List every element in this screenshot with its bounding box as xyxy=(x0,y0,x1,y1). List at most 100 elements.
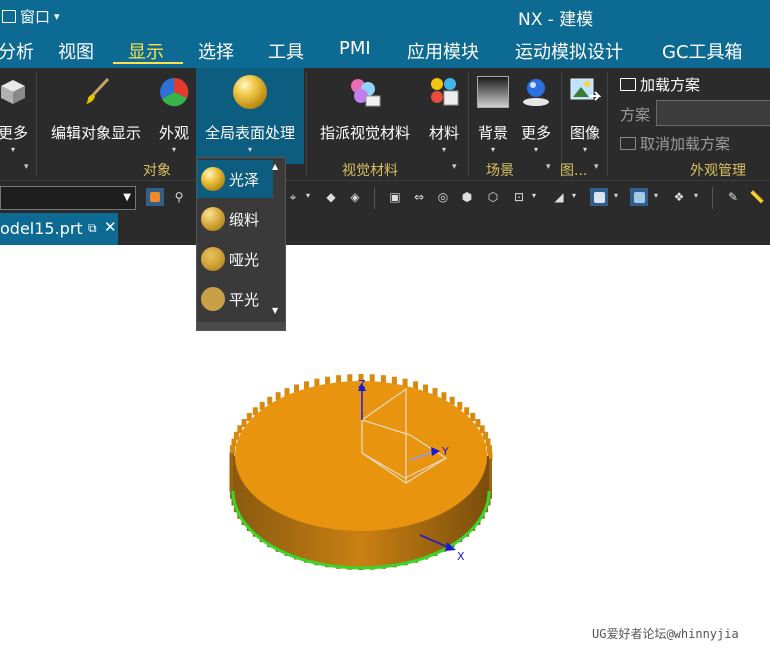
shaded-icon[interactable]: ⬢ xyxy=(458,188,476,206)
filter-icon[interactable]: ⚲ xyxy=(170,188,188,206)
x-axis-label: X xyxy=(457,550,465,563)
global-surface-finish-button[interactable]: 全局表面处理 ▾ xyxy=(196,68,304,164)
assign-visual-material-button[interactable]: 指派视觉材料 xyxy=(312,68,418,164)
gold-sphere-icon xyxy=(233,74,267,110)
chevron-down-icon: ▼ xyxy=(123,192,131,203)
cube-view-icon[interactable]: ◆ xyxy=(322,188,340,206)
ribbon: 更多 ▾ 编辑对象显示 外观 ▾ 全局表面处理 ▾ 指派视觉材料 材料 ▾ 背景… xyxy=(0,68,770,180)
finish-option-label: 缎料 xyxy=(229,210,260,229)
layer-icon[interactable]: ❖ xyxy=(670,188,688,206)
pop-out-icon[interactable]: ⧉ xyxy=(88,221,97,236)
material-palette-icon xyxy=(428,74,460,110)
rotate-view-icon[interactable]: ◎ xyxy=(434,188,452,206)
background-label: 背景 xyxy=(477,124,508,142)
cube-edit-icon[interactable]: ◈ xyxy=(346,188,364,206)
group-expand-icon[interactable]: ▾ xyxy=(546,162,551,172)
dropdown-resize-grip[interactable] xyxy=(197,322,285,330)
chevron-down-icon: ▾ xyxy=(10,145,15,154)
fit-view-icon[interactable]: ▣ xyxy=(386,188,404,206)
menu-tools[interactable]: 工具 xyxy=(268,38,304,64)
scheme-input[interactable] xyxy=(656,100,770,126)
gear-model[interactable]: Z Y X xyxy=(0,245,770,645)
gear-tooth xyxy=(347,374,353,383)
chevron-down-icon: ▾ xyxy=(441,145,446,154)
load-scheme-button[interactable]: 加载方案 xyxy=(620,74,700,95)
window-icon[interactable] xyxy=(2,10,16,23)
background-gradient-icon xyxy=(477,74,509,110)
global-surface-finish-label: 全局表面处理 xyxy=(204,124,295,142)
color-wheel-icon xyxy=(158,74,190,110)
menu-gc-toolbox[interactable]: GC工具箱 xyxy=(662,38,743,64)
edge-style-icon[interactable] xyxy=(630,188,648,206)
z-axis-label: Z xyxy=(358,378,366,391)
satin-sphere-icon xyxy=(201,207,225,231)
gear-tooth xyxy=(336,375,342,384)
menu-bar: 分析 视图 显示 选择 工具 PMI 应用模块 运动模拟设计 GC工具箱 xyxy=(0,32,770,68)
more-left-button[interactable]: 更多 ▾ xyxy=(0,68,32,164)
chevron-down-icon[interactable]: ▾ xyxy=(654,191,658,200)
window-menu-label[interactable]: 窗口 xyxy=(20,6,50,27)
menu-motion-simulation[interactable]: 运动模拟设计 xyxy=(515,38,623,64)
chevron-down-icon[interactable]: ▾ xyxy=(614,191,618,200)
group-expand-icon[interactable]: ▾ xyxy=(24,162,29,172)
file-tab[interactable]: odel15.prt ⧉ ✕ xyxy=(0,213,118,245)
scroll-down-icon[interactable]: ▼ xyxy=(272,306,278,315)
finish-option-flat[interactable]: 平光 xyxy=(197,280,273,318)
zoom-window-icon[interactable]: ⇔ xyxy=(410,188,428,206)
background-button[interactable]: 背景 ▾ xyxy=(472,68,514,164)
chevron-down-icon[interactable]: ▾ xyxy=(532,191,536,200)
menu-analysis[interactable]: 分析 xyxy=(0,38,34,64)
render-style-icon[interactable] xyxy=(590,188,608,206)
finish-option-gloss[interactable]: 光泽 xyxy=(197,160,273,198)
graphics-viewport[interactable]: Z Y X xyxy=(0,245,770,645)
finish-option-satin[interactable]: 缎料 xyxy=(197,200,273,238)
image-button[interactable]: 图像 ▾ xyxy=(564,68,606,164)
quick-access-dropdown-icon[interactable]: ▾ xyxy=(54,10,60,23)
scheme-label: 方案 xyxy=(620,106,651,124)
snap-icon[interactable] xyxy=(146,188,164,206)
edit-object-display-label: 编辑对象显示 xyxy=(50,124,141,142)
separator xyxy=(468,72,469,176)
scroll-up-icon[interactable]: ▲ xyxy=(272,162,278,171)
selection-filter-dropdown[interactable]: ▼ xyxy=(0,186,136,210)
measure-icon[interactable]: 📏 xyxy=(748,188,766,206)
group-label-image: 图... xyxy=(560,163,588,179)
unload-scheme-button[interactable]: 取消加载方案 xyxy=(620,133,730,154)
section-view-icon[interactable]: ◢ xyxy=(550,188,568,206)
chevron-down-icon[interactable]: ▾ xyxy=(694,191,698,200)
dropdown-scrollbar[interactable]: ▲ ▼ xyxy=(269,158,284,322)
chevron-down-icon[interactable]: ▾ xyxy=(306,191,310,200)
gloss-sphere-icon xyxy=(201,167,225,191)
menu-view[interactable]: 视图 xyxy=(58,38,94,64)
more-scene-button[interactable]: 更多 ▾ xyxy=(514,68,558,164)
group-expand-icon[interactable]: ▾ xyxy=(452,162,457,172)
close-icon[interactable]: ✕ xyxy=(104,218,117,236)
chevron-down-icon[interactable]: ▾ xyxy=(572,191,576,200)
edit-object-display-button[interactable]: 编辑对象显示 xyxy=(44,68,148,164)
appearance-button[interactable]: 外观 ▾ xyxy=(152,68,196,164)
menu-pmi[interactable]: PMI xyxy=(339,38,371,59)
separator xyxy=(306,72,307,176)
gear-tooth xyxy=(487,445,492,454)
point-icon[interactable]: ⌖ xyxy=(284,188,302,206)
menu-application[interactable]: 应用模块 xyxy=(407,38,479,64)
file-tab-name: odel15.prt xyxy=(0,219,83,238)
separator xyxy=(374,187,375,209)
material-label: 材料 xyxy=(428,124,459,142)
finish-option-label: 哑光 xyxy=(229,250,260,269)
quick-access-toolbar: 窗口 ▾ xyxy=(0,6,60,27)
finish-option-matte[interactable]: 哑光 xyxy=(197,240,273,278)
more-left-label: 更多 xyxy=(0,124,28,142)
menu-display[interactable]: 显示 xyxy=(128,38,164,64)
menu-select[interactable]: 选择 xyxy=(198,38,234,64)
wireframe-icon[interactable]: ⬡ xyxy=(484,188,502,206)
view-orient-icon[interactable]: ⊡ xyxy=(510,188,528,206)
chevron-down-icon: ▾ xyxy=(582,145,587,154)
material-button[interactable]: 材料 ▾ xyxy=(422,68,466,164)
brush-tool-icon[interactable]: ✎ xyxy=(724,188,742,206)
chevron-down-icon: ▾ xyxy=(490,145,495,154)
y-axis-label: Y xyxy=(441,445,449,458)
gear-tooth xyxy=(380,375,386,384)
group-expand-icon[interactable]: ▾ xyxy=(594,162,599,172)
separator xyxy=(36,72,37,176)
